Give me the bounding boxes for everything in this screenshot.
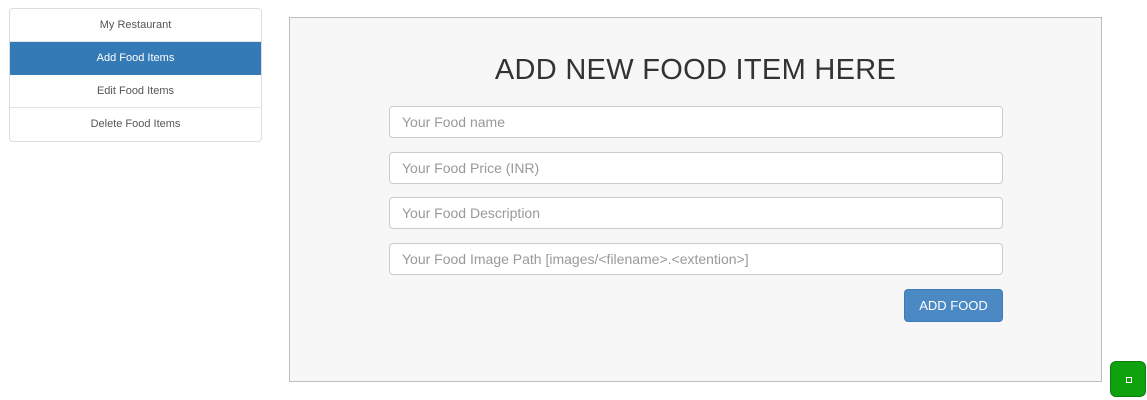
- sidebar-item-edit-food-items[interactable]: Edit Food Items: [10, 75, 261, 108]
- floating-widget-button[interactable]: [1110, 361, 1146, 397]
- food-image-path-input[interactable]: [389, 243, 1003, 275]
- square-icon: [1126, 377, 1132, 383]
- sidebar-item-my-restaurant[interactable]: My Restaurant: [10, 9, 261, 42]
- food-price-input[interactable]: [389, 152, 1003, 184]
- sidebar-menu: My Restaurant Add Food Items Edit Food I…: [9, 8, 262, 142]
- food-description-input[interactable]: [389, 197, 1003, 229]
- page-title: ADD NEW FOOD ITEM HERE: [494, 54, 897, 86]
- add-food-button[interactable]: ADD FOOD: [904, 289, 1003, 322]
- sidebar-item-add-food-items[interactable]: Add Food Items: [10, 42, 261, 75]
- sidebar-item-delete-food-items[interactable]: Delete Food Items: [10, 108, 261, 141]
- food-name-input[interactable]: [389, 106, 1003, 138]
- add-food-panel: ADD NEW FOOD ITEM HERE ADD FOOD: [289, 17, 1102, 382]
